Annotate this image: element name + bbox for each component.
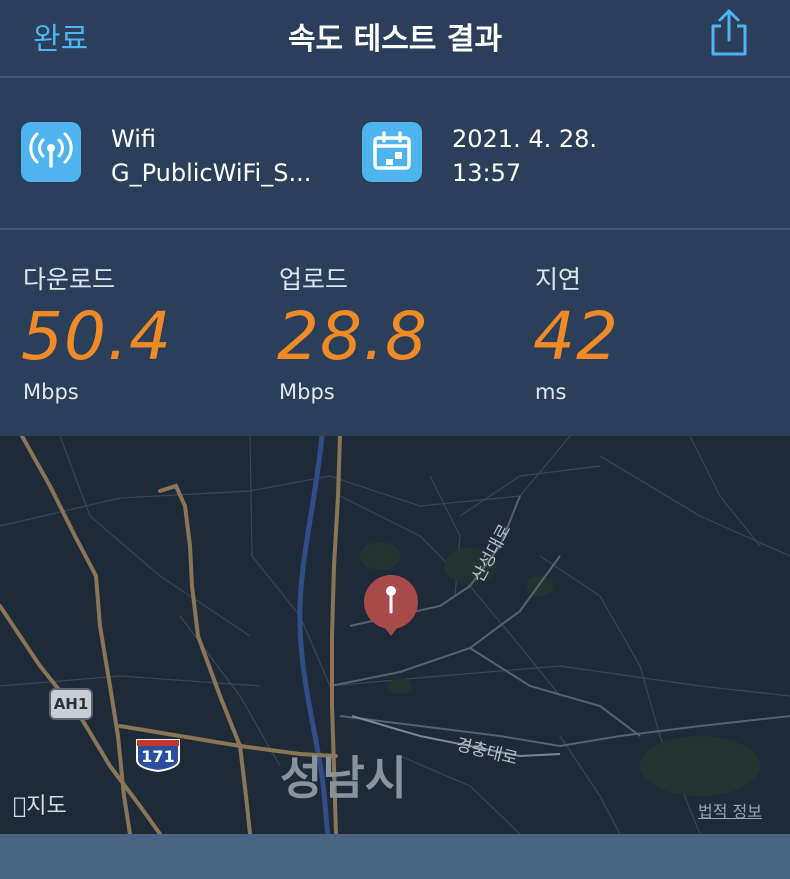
connection-type: Wifi	[111, 125, 156, 153]
download-label: 다운로드	[23, 265, 116, 294]
highway-171-number: 171	[141, 747, 175, 766]
latency-value: 42	[533, 298, 619, 375]
test-info-row: Wifi G_PublicWiFi_S... 2021. 4. 28. 13:5…	[0, 78, 790, 230]
download-value: 50.4	[21, 298, 172, 375]
metrics-panel: 다운로드 50.4 Mbps 업로드 28.8 Mbps 지연 42 ms	[0, 230, 790, 436]
page-title: 속도 테스트 결과	[287, 22, 503, 57]
upload-metric: 업로드 28.8 Mbps	[277, 230, 519, 436]
test-time: 13:57	[452, 159, 522, 187]
location-map[interactable]: 산성대로 경충대로 AH1 171 성남시 지도 법적 정보	[0, 436, 790, 834]
maps-attribution-text: 지도	[13, 794, 66, 819]
test-datetime: 2021. 4. 28. 13:57	[452, 122, 597, 190]
test-date: 2021. 4. 28.	[452, 125, 598, 153]
latency-label: 지연	[535, 265, 582, 294]
upload-unit: Mbps	[279, 380, 335, 404]
wifi-antenna-icon	[21, 122, 81, 182]
bottom-bar	[0, 834, 790, 879]
upload-label: 업로드	[279, 265, 349, 294]
location-pin-icon[interactable]	[362, 574, 420, 638]
ah1-highway-badge: AH1	[49, 688, 93, 720]
navigation-bar: 완료 속도 테스트 결과	[0, 0, 790, 78]
apple-logo-icon: 	[13, 794, 26, 819]
legal-info-link[interactable]: 법적 정보	[698, 798, 762, 822]
upload-value: 28.8	[277, 298, 428, 375]
latency-metric: 지연 42 ms	[533, 230, 775, 436]
calendar-icon	[362, 122, 422, 182]
maps-attribution: 지도	[13, 788, 67, 820]
download-unit: Mbps	[23, 380, 79, 404]
network-name: G_PublicWiFi_S...	[111, 159, 312, 187]
city-label: 성남시	[280, 751, 407, 805]
latency-unit: ms	[535, 380, 567, 404]
download-metric: 다운로드 50.4 Mbps	[21, 230, 263, 436]
connection-info: Wifi G_PublicWiFi_S...	[111, 122, 311, 190]
highway-171-shield-icon: 171	[133, 738, 183, 772]
share-icon[interactable]	[706, 8, 752, 58]
